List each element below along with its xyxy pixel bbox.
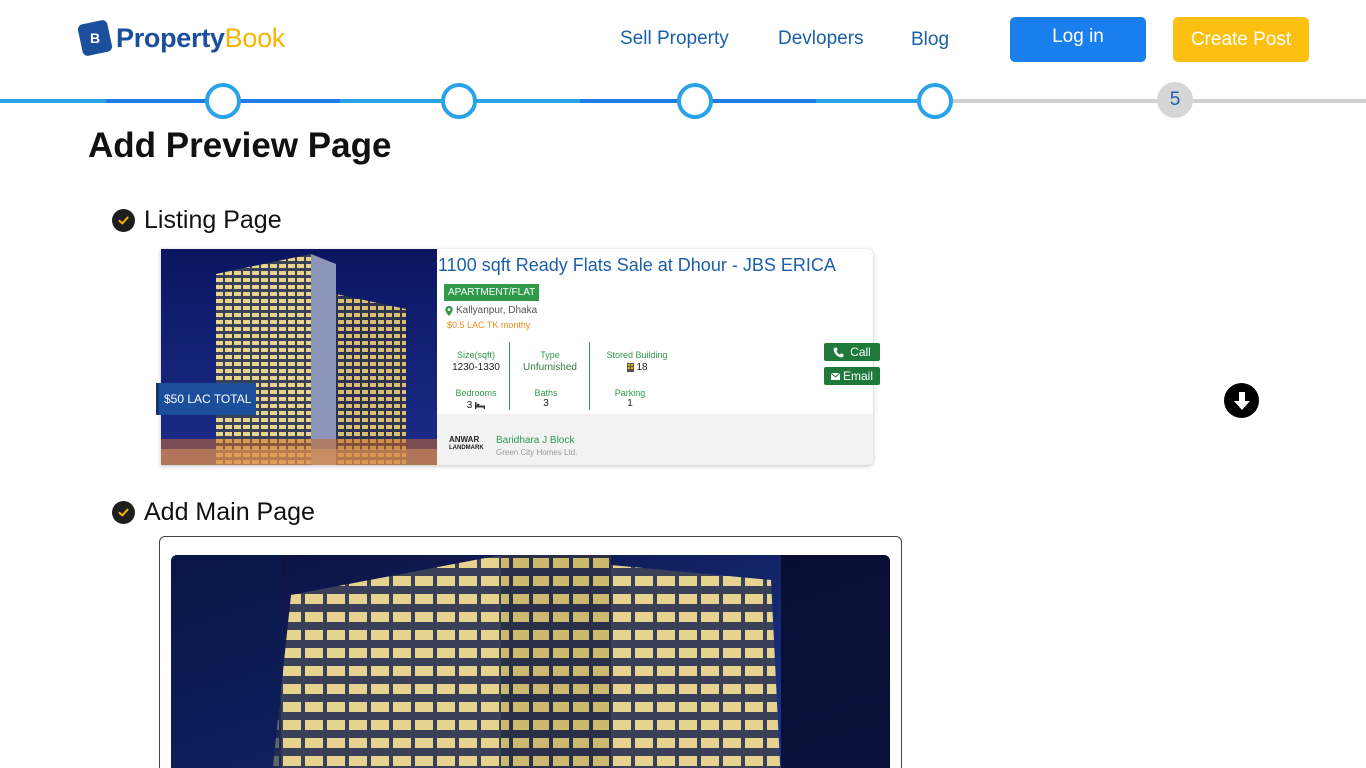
page-title: Add Preview Page — [88, 126, 392, 165]
call-button-label: Call — [850, 345, 871, 359]
building-icon — [627, 363, 635, 372]
stat-bedrooms-value: 3 — [466, 400, 473, 411]
stat-parking-label: Parking — [614, 388, 646, 398]
stat-stored-value-wrap: 18 — [601, 362, 673, 373]
scroll-down-button[interactable] — [1224, 383, 1259, 418]
listing-type-badge: APARTMENT/FLAT — [444, 284, 540, 301]
agent-company: Green City Homes Ltd. — [496, 448, 578, 457]
section-main-label: Add Main Page — [144, 498, 315, 526]
stat-type-label: Type — [540, 350, 560, 360]
stat-baths-value: 3 — [543, 398, 549, 409]
stat-baths-label: Baths — [534, 388, 558, 398]
logo-text-book: Book — [224, 22, 286, 53]
bed-icon — [475, 402, 486, 409]
section-main-header: Add Main Page — [112, 498, 315, 527]
agent-logo: ANWAR LANDMARK — [449, 436, 484, 452]
listing-image — [161, 249, 437, 465]
create-post-button[interactable]: Create Post — [1173, 17, 1309, 62]
listing-card-footer: ANWAR LANDMARK Baridhara J Block Green C… — [437, 414, 873, 465]
logo[interactable]: B PropertyBook — [77, 19, 285, 57]
stat-type: Type Unfurnished — [516, 350, 584, 373]
logo-text-property: Property — [116, 22, 225, 53]
map-pin-icon — [445, 305, 453, 316]
progress-stepper: 5 — [0, 82, 1366, 120]
header: B PropertyBook Sell Property Devlopers B… — [0, 0, 1366, 80]
section-listing-label: Listing Page — [144, 206, 282, 234]
stat-size-value: 1230-1330 — [452, 362, 500, 373]
stat-bedrooms-value-wrap: 3 — [446, 400, 506, 411]
step-4[interactable] — [917, 83, 953, 119]
logo-text: PropertyBook — [116, 23, 285, 54]
stat-divider — [509, 342, 510, 410]
email-button[interactable]: Email — [824, 367, 880, 385]
mail-icon — [830, 372, 840, 380]
stat-bedrooms: Bedrooms 3 — [446, 388, 506, 411]
stat-parking: Parking 1 — [601, 388, 659, 409]
price-tag: $50 LAC TOTAL — [156, 383, 257, 415]
agent-logo-line1: ANWAR — [449, 435, 480, 444]
stat-size-label: Size(sqft) — [456, 350, 495, 360]
email-button-label: Email — [842, 369, 873, 383]
stepper-track-inactive — [936, 99, 1366, 103]
stat-baths: Baths 3 — [516, 388, 576, 409]
nav-developers[interactable]: Devlopers — [778, 28, 864, 50]
stat-stored: Stored Building 18 — [601, 350, 673, 373]
step-1[interactable] — [205, 83, 241, 119]
agent-logo-line2: LANDMARK — [449, 445, 484, 451]
listing-location: Kallyanpur, Dhaka — [445, 305, 537, 316]
phone-icon — [833, 347, 844, 357]
stat-parking-value: 1 — [627, 398, 633, 409]
stat-type-value: Unfurnished — [523, 362, 577, 373]
logo-badge-icon: B — [77, 19, 113, 57]
call-button[interactable]: Call — [824, 343, 880, 361]
arrow-down-circle-icon — [1233, 391, 1250, 410]
nav-sell-property[interactable]: Sell Property — [620, 28, 729, 50]
stat-stored-label: Stored Building — [606, 350, 668, 360]
check-circle-icon — [112, 501, 135, 524]
check-circle-icon — [112, 209, 135, 232]
stepper-track — [0, 99, 106, 103]
step-3[interactable] — [677, 83, 713, 119]
listing-location-text: Kallyanpur, Dhaka — [456, 305, 538, 316]
stat-stored-value: 18 — [636, 362, 648, 373]
step-2[interactable] — [441, 83, 477, 119]
section-listing-header: Listing Page — [112, 206, 282, 235]
nav-blog[interactable]: Blog — [911, 29, 949, 51]
main-page-image — [171, 555, 890, 768]
login-button[interactable]: Log in — [1010, 17, 1146, 62]
stat-size: Size(sqft) 1230-1330 — [446, 350, 506, 373]
listing-card[interactable]: 1100 sqft Ready Flats Sale at Dhour - JB… — [161, 249, 880, 465]
listing-title[interactable]: 1100 sqft Ready Flats Sale at Dhour - JB… — [438, 255, 836, 276]
stat-bedrooms-label: Bedrooms — [455, 388, 497, 398]
agent-name[interactable]: Baridhara J Block — [496, 435, 574, 446]
listing-rent: $0.5 LAC TK monthy — [447, 320, 531, 330]
step-5[interactable]: 5 — [1157, 82, 1193, 118]
stat-divider — [589, 342, 590, 410]
